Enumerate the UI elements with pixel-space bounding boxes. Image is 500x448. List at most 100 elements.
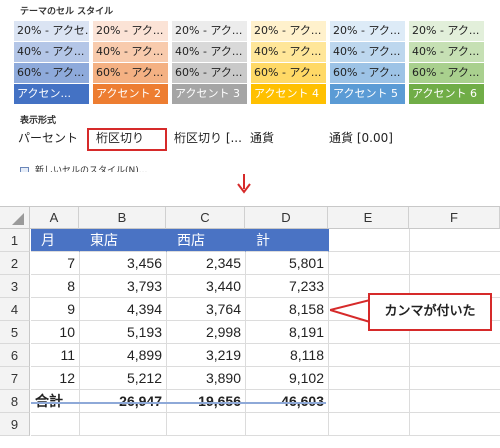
data-cell[interactable]: 5,193 <box>80 321 167 344</box>
data-cell[interactable]: 8,158 <box>246 298 329 321</box>
empty-cell[interactable] <box>167 413 246 436</box>
cell-style-swatch[interactable]: 60% - アク... <box>14 63 89 83</box>
style-row: 40% - アク... 40% - アク... 40% - アク... 40% - ア… <box>14 42 484 62</box>
empty-cell[interactable] <box>410 229 500 252</box>
empty-cell[interactable] <box>410 252 500 275</box>
header-cell[interactable]: 西店 <box>167 229 246 252</box>
data-cell[interactable]: 4,394 <box>80 298 167 321</box>
cell-style-swatch[interactable]: 60% - アク... <box>251 63 326 83</box>
data-cell[interactable]: 7,233 <box>246 275 329 298</box>
row-header[interactable]: 6 <box>0 344 30 367</box>
data-cell[interactable]: 11 <box>31 344 80 367</box>
data-cell[interactable]: 9,102 <box>246 367 329 390</box>
cell-style-swatch[interactable]: 60% - アク... <box>409 63 484 83</box>
row-header[interactable]: 8 <box>0 390 30 413</box>
header-cell[interactable]: 月 <box>31 229 80 252</box>
callout-comma-added: カンマが付いた <box>368 293 492 331</box>
empty-cell[interactable] <box>410 390 500 413</box>
data-cell[interactable]: 7 <box>31 252 80 275</box>
row-header[interactable]: 2 <box>0 252 30 275</box>
cell-style-swatch[interactable]: 20% - アク... <box>172 21 247 41</box>
data-cell[interactable]: 3,793 <box>80 275 167 298</box>
empty-cell[interactable] <box>329 344 410 367</box>
cell-style-swatch[interactable]: 60% - アク... <box>330 63 405 83</box>
empty-cell[interactable] <box>31 413 80 436</box>
empty-cell[interactable] <box>410 344 500 367</box>
cell-style-swatch[interactable]: 20% - アク... <box>409 21 484 41</box>
data-cell[interactable]: 3,456 <box>80 252 167 275</box>
data-cell[interactable]: 4,899 <box>80 344 167 367</box>
data-cell[interactable]: 8,118 <box>246 344 329 367</box>
format-currency-0[interactable]: 通貨 [0.00] <box>329 128 393 148</box>
column-header[interactable]: C <box>166 207 245 229</box>
column-header[interactable]: F <box>409 207 500 229</box>
empty-cell[interactable] <box>329 390 410 413</box>
data-cell[interactable]: 2,345 <box>167 252 246 275</box>
cell-style-swatch[interactable]: 40% - アク... <box>14 42 89 62</box>
cell-style-swatch[interactable]: アクセント 6 <box>409 84 484 104</box>
format-comma-0[interactable]: 桁区切り [... <box>174 128 242 148</box>
cell-style-swatch[interactable]: アクセント 3 <box>172 84 247 104</box>
row-header[interactable]: 5 <box>0 321 30 344</box>
empty-cell[interactable] <box>80 413 167 436</box>
empty-cell[interactable] <box>410 367 500 390</box>
header-cell[interactable]: 計 <box>246 229 329 252</box>
empty-cell[interactable] <box>246 413 329 436</box>
cell-style-swatch[interactable]: 40% - アク... <box>251 42 326 62</box>
empty-cell[interactable] <box>329 367 410 390</box>
select-all-corner[interactable] <box>0 207 30 229</box>
cell-style-swatch[interactable]: アクセント 5 <box>330 84 405 104</box>
down-arrow-icon <box>237 174 251 194</box>
cell-style-swatch[interactable]: 20% - アク... <box>330 21 405 41</box>
data-cell[interactable]: 2,998 <box>167 321 246 344</box>
empty-cell[interactable] <box>410 413 500 436</box>
data-cell[interactable]: 5,801 <box>246 252 329 275</box>
cell-style-swatch[interactable]: 20% - アク... <box>93 21 168 41</box>
cell-style-swatch[interactable]: 20% - アク... <box>251 21 326 41</box>
format-currency[interactable]: 通貨 <box>250 128 274 148</box>
cell-style-swatch[interactable]: アクセン... <box>14 84 89 104</box>
column-header[interactable]: A <box>30 207 79 229</box>
number-format-heading: 表示形式 <box>20 116 57 126</box>
new-cell-style-label: 新しいセルのスタイル(N)... <box>35 166 148 172</box>
new-style-icon <box>20 167 29 172</box>
callout-pointer <box>330 298 372 324</box>
row-header[interactable]: 4 <box>0 298 30 321</box>
cell-style-swatch[interactable]: 60% - アク... <box>93 63 168 83</box>
select-all-triangle-icon <box>12 213 24 225</box>
data-cell[interactable]: 3,764 <box>167 298 246 321</box>
data-cell[interactable]: 3,219 <box>167 344 246 367</box>
data-cell[interactable]: 10 <box>31 321 80 344</box>
row-header[interactable]: 9 <box>0 413 30 436</box>
data-cell[interactable]: 8,191 <box>246 321 329 344</box>
row-header[interactable]: 1 <box>0 229 30 252</box>
new-cell-style-item[interactable]: 新しいセルのスタイル(N)... <box>20 164 147 172</box>
row-header[interactable]: 7 <box>0 367 30 390</box>
cell-style-swatch[interactable]: 60% - アク... <box>172 63 247 83</box>
data-cell[interactable]: 3,440 <box>167 275 246 298</box>
data-cell[interactable]: 5,212 <box>80 367 167 390</box>
format-percent[interactable]: パーセント <box>18 128 78 148</box>
empty-cell[interactable] <box>329 252 410 275</box>
cell-style-swatch[interactable]: アクセント 4 <box>251 84 326 104</box>
cell-styles-gallery: テーマのセル スタイル 20% - アクセ... 20% - アク... 20% -… <box>0 0 500 172</box>
cell-style-swatch[interactable]: 40% - アク... <box>409 42 484 62</box>
cell-style-swatch[interactable]: 40% - アク... <box>93 42 168 62</box>
style-row: 60% - アク... 60% - アク... 60% - アク... 60% - ア… <box>14 63 484 83</box>
data-cell[interactable]: 8 <box>31 275 80 298</box>
empty-cell[interactable] <box>329 413 410 436</box>
cell-style-swatch[interactable]: 20% - アクセ... <box>14 21 89 41</box>
data-cell[interactable]: 3,890 <box>167 367 246 390</box>
header-cell[interactable]: 東店 <box>80 229 167 252</box>
empty-cell[interactable] <box>329 229 410 252</box>
column-header[interactable]: D <box>245 207 328 229</box>
cell-style-swatch[interactable]: アクセント 2 <box>93 84 168 104</box>
column-header[interactable]: B <box>79 207 166 229</box>
data-cell[interactable]: 12 <box>31 367 80 390</box>
comma-style-highlight <box>87 128 167 151</box>
column-header[interactable]: E <box>328 207 409 229</box>
cell-style-swatch[interactable]: 40% - アク... <box>330 42 405 62</box>
data-cell[interactable]: 9 <box>31 298 80 321</box>
row-header[interactable]: 3 <box>0 275 30 298</box>
cell-style-swatch[interactable]: 40% - アク... <box>172 42 247 62</box>
